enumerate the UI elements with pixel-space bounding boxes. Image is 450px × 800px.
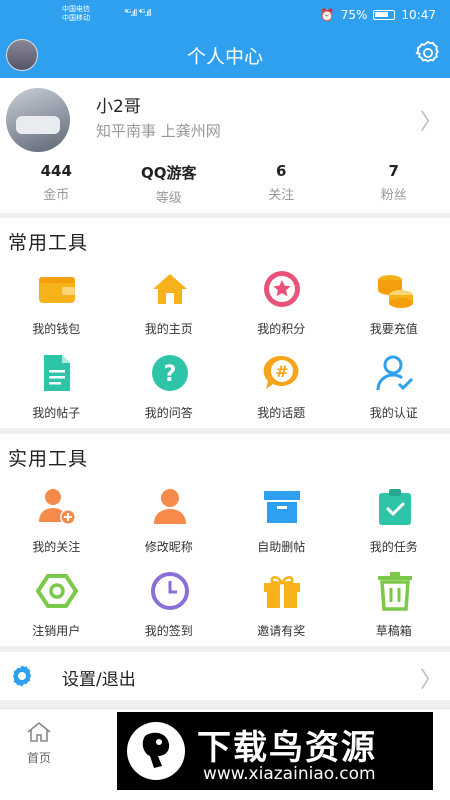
tool-verify[interactable]: 我的认证 [338, 352, 450, 436]
svg-text:?: ? [163, 362, 176, 387]
chevron-right-icon: 〉 [419, 668, 442, 693]
tool-label: 邀请有奖 [257, 624, 306, 638]
wallet-icon [39, 277, 75, 303]
tool-points[interactable]: 我的积分 [225, 268, 338, 352]
tool-label: 修改昵称 [144, 540, 193, 554]
battery-icon [373, 10, 396, 20]
trash-icon [377, 572, 412, 611]
tool-label: 我要充值 [369, 322, 418, 336]
home-icon [27, 721, 51, 742]
tab-home-label: 首页 [26, 751, 51, 765]
tool-invite[interactable]: 邀请有奖 [225, 570, 338, 654]
stat-fans[interactable]: 7 粉丝 [338, 162, 450, 206]
carrier-info: 中国电信 中国移动 [62, 5, 90, 23]
chevron-right-icon[interactable]: 〉 [420, 104, 442, 136]
page-title: 个人中心 [186, 46, 263, 68]
task-icon [378, 489, 411, 525]
question-icon: ? [151, 355, 188, 391]
tool-qa[interactable]: ? 我的问答 [113, 352, 226, 436]
tool-posts[interactable]: 我的帖子 [0, 352, 113, 436]
tool-wallet[interactable]: 我的钱包 [0, 268, 113, 352]
tool-label: 我的主页 [144, 322, 193, 336]
stat-level[interactable]: QQ游客 等级 [113, 162, 226, 206]
status-right: ⏰ 75% 10:47 [320, 8, 436, 22]
tool-label: 自助删帖 [257, 540, 306, 554]
tool-label: 我的签到 [144, 624, 193, 638]
stat-coins[interactable]: 444 金币 [0, 162, 113, 206]
stat-following[interactable]: 6 关注 [225, 162, 338, 206]
stat-value: QQ游客 [140, 164, 197, 182]
section-title: 实用工具 [8, 448, 89, 470]
tool-label: 我的话题 [257, 406, 306, 420]
document-icon [44, 355, 70, 391]
tool-label: 我的问答 [144, 406, 193, 420]
star-badge-icon [264, 271, 300, 307]
stat-label: 金币 [43, 188, 70, 203]
common-tools-grid: 我的钱包 我的主页 我的积分 我要充值 我的帖子 ? 我的问答 # 我的话题 我… [0, 268, 450, 436]
hashtag-icon: # [263, 355, 299, 389]
settings-logout-label: 设置/退出 [62, 670, 136, 690]
tool-nickname[interactable]: 修改昵称 [113, 486, 226, 570]
tool-label: 我的帖子 [32, 406, 81, 420]
tool-tasks[interactable]: 我的任务 [338, 486, 450, 570]
stat-label: 粉丝 [380, 188, 407, 203]
tool-drafts[interactable]: 草稿箱 [338, 570, 450, 654]
archive-icon [264, 491, 300, 523]
common-tools-section: 常用工具 我的钱包 我的主页 我的积分 我要充值 我的帖子 ? 我的问答 # 我… [0, 218, 450, 428]
tab-home[interactable]: 首页 [14, 721, 64, 766]
user-name: 小2哥 [96, 97, 141, 117]
carrier-2: 中国移动 [62, 14, 90, 22]
tool-label: 我的积分 [257, 322, 306, 336]
watermark-banner: 下载鸟资源 www.xiazainiao.com [117, 712, 433, 790]
stat-label: 等级 [155, 191, 182, 206]
nav-bar: 个人中心 [0, 30, 450, 78]
user-signature: 知平南事 上龚州网 [96, 122, 221, 140]
stat-label: 关注 [268, 188, 295, 203]
stats-row: 444 金币 QQ游客 等级 6 关注 7 粉丝 [0, 162, 450, 206]
gear-icon [13, 665, 31, 687]
gear-icon[interactable] [414, 39, 442, 67]
clock-time: 10:47 [401, 8, 436, 22]
practical-tools-grid: 我的关注 修改昵称 自助删帖 我的任务 注销用户 我的签到 邀请有奖 草稿箱 [0, 486, 450, 654]
tool-label: 我的任务 [369, 540, 418, 554]
bird-logo-icon [127, 722, 185, 780]
tool-recharge[interactable]: 我要充值 [338, 268, 450, 352]
carrier-1: 中国电信 [62, 5, 90, 13]
avatar[interactable] [6, 88, 70, 152]
svg-text:#: # [275, 362, 288, 381]
stat-value: 6 [276, 162, 287, 180]
stat-value: 444 [40, 162, 72, 180]
gift-icon [264, 576, 300, 608]
watermark-title: 下载鸟资源 [197, 728, 377, 768]
alarm-icon: ⏰ [319, 8, 335, 22]
tool-label: 我的认证 [369, 406, 418, 420]
practical-tools-section: 实用工具 我的关注 修改昵称 自助删帖 我的任务 注销用户 我的签到 邀请有奖 … [0, 434, 450, 646]
status-bar: 中国电信 中国移动 ⁴ᴳ.ıll ⁴ᴳ.ıll ⏰ 75% 10:47 [0, 0, 450, 30]
user-icon [153, 489, 186, 524]
battery-percent: 75% [340, 8, 368, 22]
tool-delete-post[interactable]: 自助删帖 [225, 486, 338, 570]
tool-label: 我的关注 [32, 540, 81, 554]
tool-label: 我的钱包 [32, 322, 81, 336]
watermark-url: www.xiazainiao.com [203, 764, 376, 784]
profile-card[interactable]: 小2哥 知平南事 上龚州网 〉 444 金币 QQ游客 等级 6 关注 7 粉丝 [0, 78, 450, 213]
coins-icon [377, 275, 413, 308]
tool-deactivate[interactable]: 注销用户 [0, 570, 113, 654]
settings-logout-row[interactable]: 设置/退出 〉 [0, 652, 450, 700]
tool-topics[interactable]: # 我的话题 [225, 352, 338, 436]
section-title: 常用工具 [8, 232, 89, 254]
clock-icon [150, 572, 189, 610]
add-user-icon [39, 489, 76, 525]
hexagon-icon [36, 574, 78, 608]
tool-homepage[interactable]: 我的主页 [113, 268, 226, 352]
tool-label: 注销用户 [32, 624, 81, 638]
tool-checkin[interactable]: 我的签到 [113, 570, 226, 654]
stat-value: 7 [388, 162, 399, 180]
signal-icon: ⁴ᴳ.ıll ⁴ᴳ.ıll [124, 9, 152, 19]
tool-label: 草稿箱 [375, 624, 412, 638]
tool-following[interactable]: 我的关注 [0, 486, 113, 570]
verified-user-icon [376, 355, 413, 391]
home-icon [152, 274, 187, 304]
